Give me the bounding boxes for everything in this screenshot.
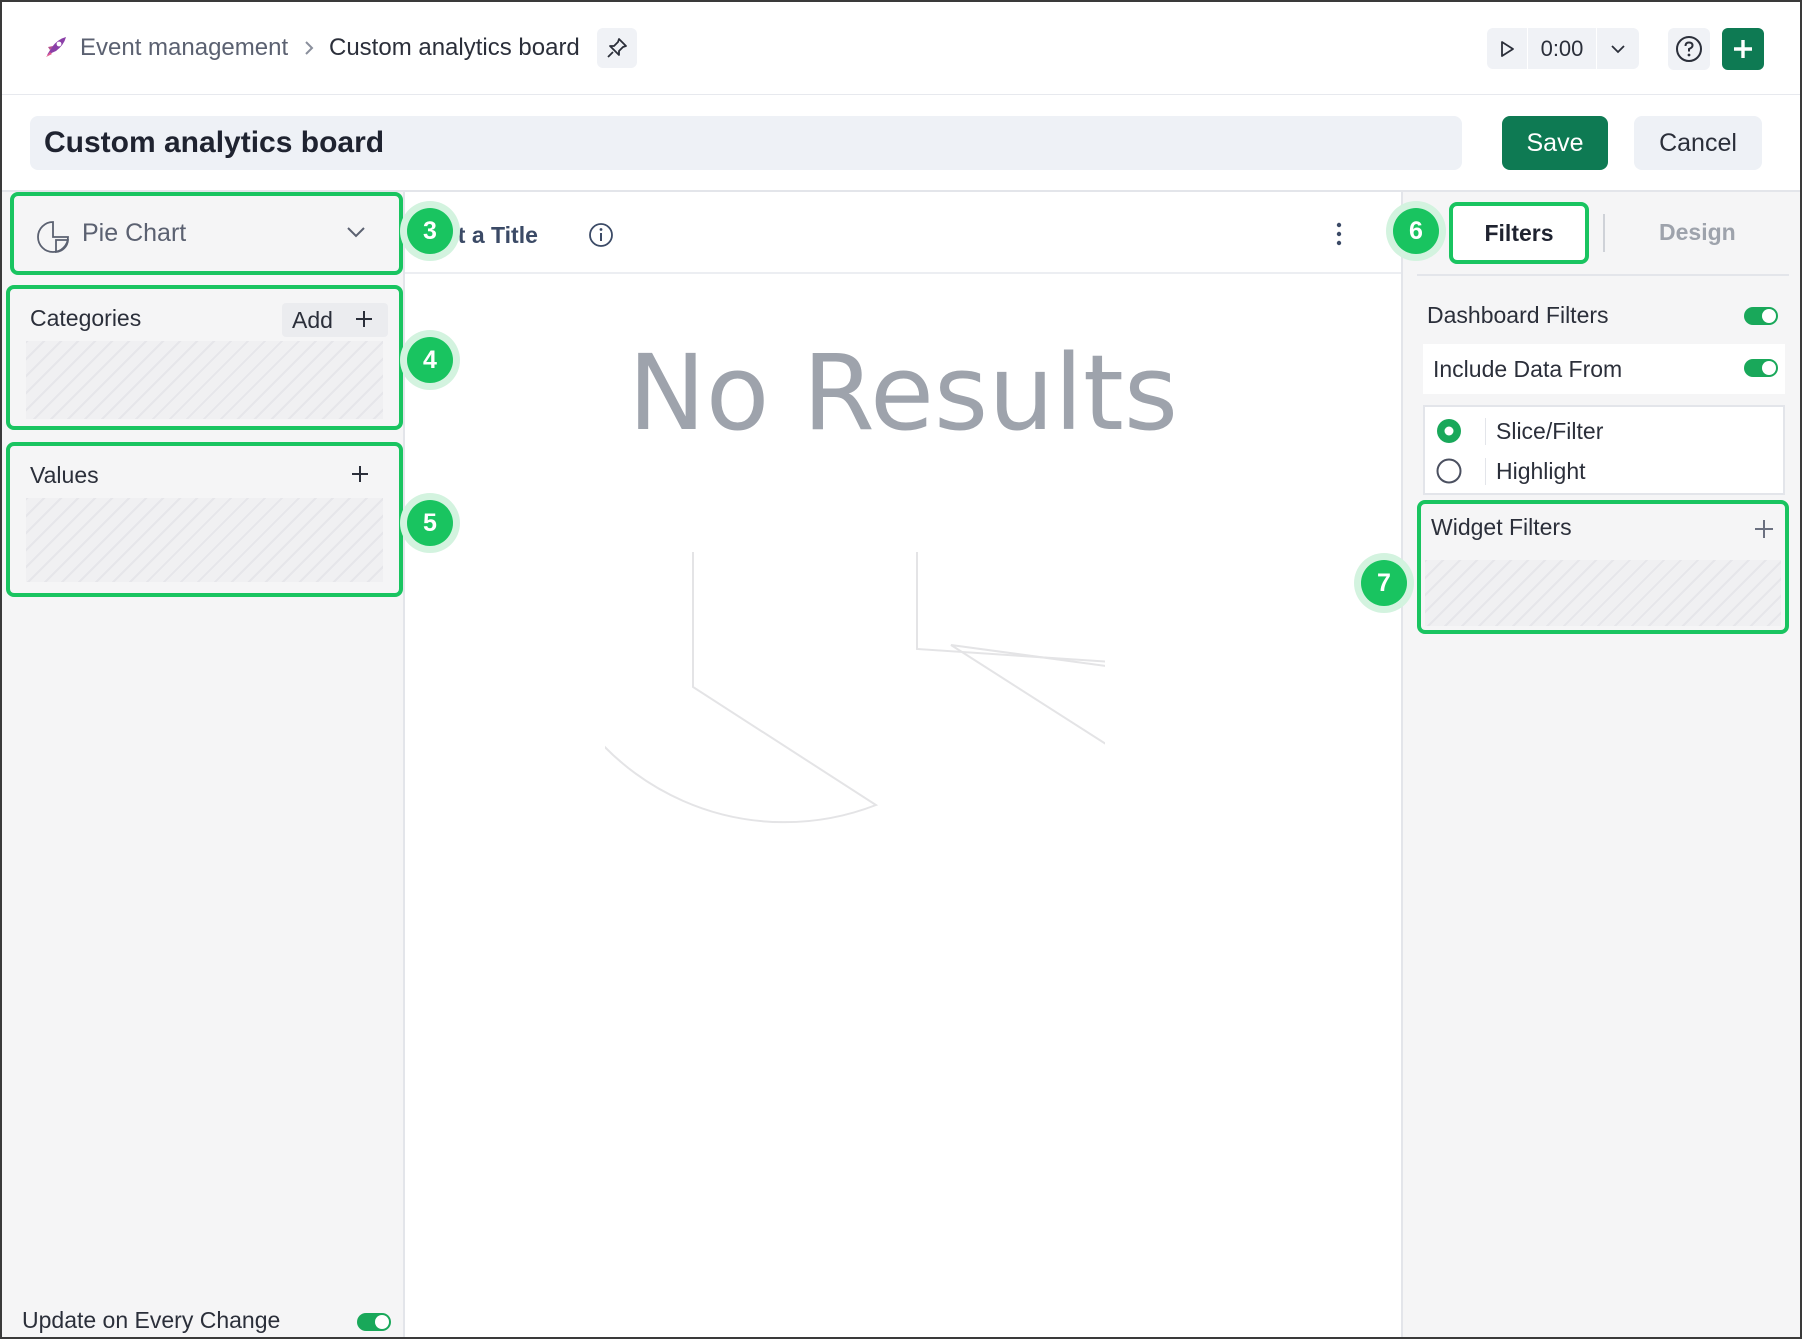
categories-well: Categories Add — [6, 285, 403, 430]
app-window: Event management Custom analytics board … — [0, 0, 1802, 1339]
include-data-row: Include Data From — [1423, 344, 1785, 394]
empty-state-message: No Results — [627, 332, 1178, 454]
breadcrumb-root[interactable]: Event management — [80, 32, 288, 64]
widget-title-bar: et a Title — [405, 192, 1401, 274]
radio-unselected-icon[interactable] — [1435, 457, 1463, 485]
chevron-down-icon — [1611, 44, 1625, 53]
badge-number: 4 — [407, 337, 453, 383]
include-data-label: Include Data From — [1433, 356, 1623, 382]
pie-chart-icon — [37, 221, 69, 253]
chevron-right-icon — [305, 41, 314, 55]
dashboard-filters-label: Dashboard Filters — [1427, 302, 1609, 328]
play-icon — [1501, 40, 1514, 57]
add-category-button[interactable]: Add — [282, 303, 388, 337]
widget-filters-label: Widget Filters — [1431, 514, 1572, 540]
save-button[interactable]: Save — [1502, 116, 1608, 170]
radio-selected-icon[interactable] — [1435, 417, 1463, 445]
option-highlight[interactable]: Highlight — [1435, 453, 1586, 489]
chart-type-label: Pie Chart — [82, 219, 187, 247]
pie-placeholder-illustration — [605, 552, 1105, 824]
badge-number: 6 — [1393, 208, 1439, 254]
tab-filters[interactable]: Filters — [1449, 202, 1589, 264]
play-button[interactable] — [1487, 28, 1527, 69]
tab-design[interactable]: Design — [1659, 219, 1736, 246]
callout-badge: 6 — [1386, 201, 1446, 261]
top-bar: Event management Custom analytics board … — [2, 2, 1800, 95]
help-button[interactable] — [1668, 28, 1710, 70]
callout-badge: 3 — [400, 201, 460, 261]
categories-drop-zone[interactable] — [26, 341, 383, 419]
values-drop-zone[interactable] — [26, 498, 383, 582]
dashboard-filters-toggle[interactable] — [1743, 306, 1779, 326]
badge-number: 3 — [407, 208, 453, 254]
badge-number: 5 — [407, 500, 453, 546]
pin-button[interactable] — [597, 28, 637, 68]
tab-underline — [1417, 274, 1789, 276]
cancel-button[interactable]: Cancel — [1634, 116, 1762, 170]
chart-type-select[interactable]: Pie Chart — [10, 192, 403, 275]
add-widget-filter-icon[interactable] — [1753, 518, 1775, 540]
add-category-label: Add — [292, 306, 333, 333]
info-icon[interactable] — [588, 222, 614, 248]
add-button[interactable] — [1722, 28, 1764, 70]
help-icon — [1676, 36, 1702, 62]
include-data-options: Slice/Filter Highlight — [1423, 405, 1785, 495]
playback-control: 0:00 — [1487, 28, 1639, 69]
data-panel: Pie Chart Categories Add Values Update o… — [2, 190, 405, 1337]
values-well: Values — [6, 442, 403, 597]
option-label: Highlight — [1485, 457, 1586, 485]
playback-menu-button[interactable] — [1597, 28, 1639, 69]
plus-icon — [1734, 40, 1752, 58]
tab-divider — [1603, 214, 1605, 252]
include-data-toggle[interactable] — [1743, 358, 1779, 378]
option-label: Slice/Filter — [1485, 417, 1603, 445]
chevron-down-icon — [347, 227, 365, 238]
settings-panel: Filters Design Dashboard Filters Include… — [1401, 190, 1800, 1337]
dashboard-title-input[interactable]: Custom analytics board — [30, 116, 1462, 170]
plus-icon — [356, 311, 372, 327]
values-label: Values — [30, 462, 99, 488]
callout-badge: 4 — [400, 330, 460, 390]
categories-label: Categories — [30, 305, 142, 331]
widget-filters-well: Widget Filters — [1417, 500, 1789, 634]
widget-preview: et a Title No Results — [405, 190, 1401, 1337]
pin-icon — [607, 38, 627, 58]
widget-filters-drop-zone[interactable] — [1425, 560, 1781, 626]
callout-badge: 7 — [1354, 553, 1414, 613]
rocket-icon — [46, 37, 66, 57]
badge-number: 7 — [1361, 560, 1407, 606]
add-value-icon[interactable] — [350, 464, 370, 484]
update-on-change-label: Update on Every Change — [22, 1307, 281, 1333]
callout-badge: 5 — [400, 493, 460, 553]
breadcrumb-current: Custom analytics board — [329, 34, 580, 61]
more-options-icon[interactable] — [1334, 220, 1344, 248]
option-slice-filter[interactable]: Slice/Filter — [1435, 413, 1603, 449]
update-on-change-toggle[interactable] — [356, 1312, 392, 1332]
playback-time: 0:00 — [1527, 28, 1597, 69]
